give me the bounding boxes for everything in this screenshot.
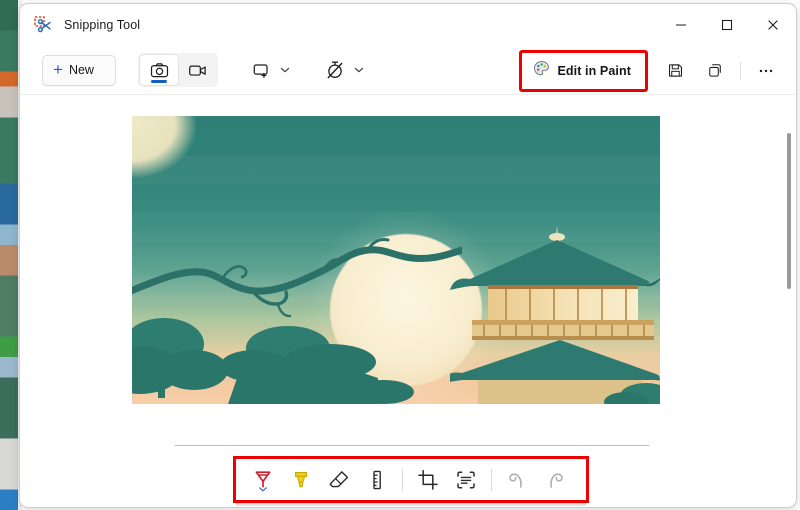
new-button-label: New: [68, 63, 94, 77]
crop-tool[interactable]: [409, 461, 447, 499]
eraser-tool[interactable]: [320, 461, 358, 499]
canvas-vertical-scrollbar[interactable]: [787, 133, 791, 289]
window-title: Snipping Tool: [64, 18, 141, 32]
screenshot-mode-button[interactable]: [140, 55, 178, 85]
plus-icon: +: [53, 59, 63, 79]
highlighter-icon: [295, 471, 307, 487]
edit-in-paint-button[interactable]: Edit in Paint: [526, 57, 641, 85]
video-mode-button[interactable]: [178, 55, 216, 85]
toolbar-separator: [175, 445, 649, 446]
snipping-tool-icon: [33, 15, 53, 35]
chevron-down-icon: [276, 55, 294, 85]
text-actions-icon: [457, 470, 475, 489]
highlighter-tool[interactable]: [282, 461, 320, 499]
title-bar: Snipping Tool: [20, 4, 796, 46]
timer-off-icon: [320, 55, 350, 85]
maximize-button[interactable]: [704, 4, 750, 46]
delay-dropdown[interactable]: [320, 54, 368, 86]
new-button[interactable]: + New: [42, 54, 116, 86]
capture-mode-group: [138, 53, 218, 87]
undo-button[interactable]: [498, 461, 536, 499]
redo-icon: [550, 472, 563, 488]
annotation-toolbar: [236, 459, 586, 500]
eraser-icon: [329, 470, 349, 487]
command-bar-divider: [740, 61, 741, 80]
save-button[interactable]: [655, 55, 695, 87]
snipped-screenshot-preview[interactable]: [132, 116, 660, 404]
chevron-down-icon: [350, 55, 368, 85]
rectangle-snip-icon: [246, 55, 276, 85]
screenshot-mode-indicator: [151, 80, 167, 83]
copy-button[interactable]: [695, 55, 735, 87]
toolbar-divider: [402, 468, 403, 491]
toolbar-divider: [491, 468, 492, 491]
toolbar-shadow: [236, 503, 586, 507]
close-button[interactable]: [750, 4, 796, 46]
ruler-icon: [373, 470, 381, 489]
ruler-tool[interactable]: [358, 461, 396, 499]
crop-icon: [418, 469, 438, 490]
foreground-foliage: [132, 318, 414, 404]
minimize-button[interactable]: [658, 4, 704, 46]
chevron-down-icon: [259, 480, 268, 498]
snipping-tool-window: Snipping Tool + New Edit in Paint: [19, 3, 797, 508]
snip-mode-dropdown[interactable]: [246, 54, 294, 86]
command-bar-right-cluster: Edit in Paint: [519, 46, 786, 95]
canvas-area: [20, 95, 796, 451]
window-controls: [658, 4, 796, 46]
undo-icon: [509, 472, 522, 488]
edit-in-paint-highlight: Edit in Paint: [519, 49, 648, 92]
paint-palette-icon: [533, 60, 550, 82]
edit-in-paint-label: Edit in Paint: [557, 63, 631, 78]
annotation-toolbar-highlight: [233, 456, 589, 503]
more-options-button[interactable]: [746, 55, 786, 87]
text-actions-tool[interactable]: [447, 461, 485, 499]
redo-button[interactable]: [536, 461, 574, 499]
ballpoint-pen-tool[interactable]: [244, 461, 282, 499]
command-bar: + New Edit in Paint: [20, 46, 796, 95]
sky-band: [132, 156, 660, 184]
